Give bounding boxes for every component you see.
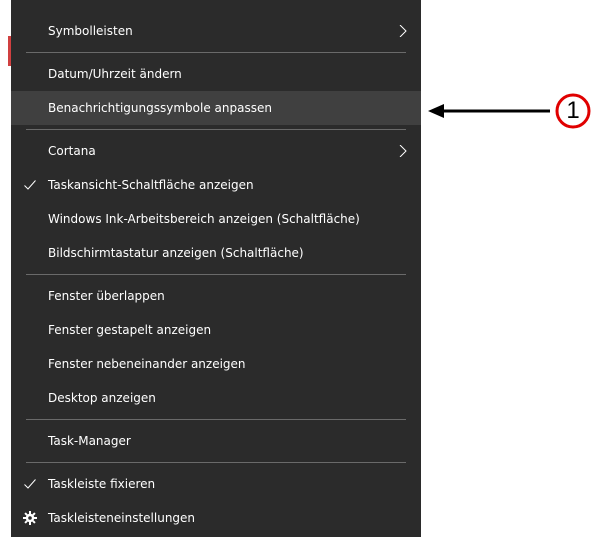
menu-item-label: Bildschirmtastatur anzeigen (Schaltfläch… — [48, 246, 304, 260]
menu-separator — [26, 419, 406, 420]
callout-number: 1 — [566, 97, 580, 124]
menu-item-datum-uhrzeit[interactable]: Datum/Uhrzeit ändern — [11, 57, 421, 91]
menu-item-label: Task-Manager — [48, 434, 131, 448]
menu-item-label: Taskleisteneinstellungen — [48, 511, 196, 525]
menu-separator — [26, 274, 406, 275]
checkmark-icon — [24, 479, 36, 489]
menu-separator — [26, 462, 406, 463]
menu-item-label: Fenster überlappen — [48, 289, 165, 303]
menu-item-label: Taskleiste fixieren — [48, 477, 156, 491]
menu-item-label: Taskansicht-Schaltfläche anzeigen — [48, 178, 254, 192]
left-arrow-icon — [428, 104, 550, 118]
menu-item-fenster-ueberlappen[interactable]: Fenster überlappen — [11, 279, 421, 313]
chevron-right-icon — [399, 145, 407, 157]
menu-item-label: Windows Ink-Arbeitsbereich anzeigen (Sch… — [48, 212, 360, 226]
menu-item-label: Cortana — [48, 144, 96, 158]
menu-item-symbolleisten[interactable]: Symbolleisten — [11, 14, 421, 48]
taskbar-context-menu: Symbolleisten Datum/Uhrzeit ändern Benac… — [11, 0, 421, 537]
menu-item-fenster-nebeneinander[interactable]: Fenster nebeneinander anzeigen — [11, 347, 421, 381]
menu-item-taskansicht[interactable]: Taskansicht-Schaltfläche anzeigen — [11, 168, 421, 202]
menu-item-benachrichtigungssymbole[interactable]: Benachrichtigungssymbole anpassen — [11, 91, 421, 125]
menu-item-desktop-anzeigen[interactable]: Desktop anzeigen — [11, 381, 421, 415]
menu-item-taskleisteneinstellungen[interactable]: Taskleisteneinstellungen — [11, 501, 421, 535]
menu-item-label: Fenster gestapelt anzeigen — [48, 323, 212, 337]
menu-item-windows-ink[interactable]: Windows Ink-Arbeitsbereich anzeigen (Sch… — [11, 202, 421, 236]
menu-item-cortana[interactable]: Cortana — [11, 134, 421, 168]
gear-icon — [23, 511, 37, 525]
menu-item-label: Benachrichtigungssymbole anpassen — [48, 101, 272, 115]
menu-item-label: Datum/Uhrzeit ändern — [48, 67, 182, 81]
menu-item-task-manager[interactable]: Task-Manager — [11, 424, 421, 458]
screenshot-stage: Symbolleisten Datum/Uhrzeit ändern Benac… — [0, 0, 598, 537]
menu-item-label: Desktop anzeigen — [48, 391, 156, 405]
menu-item-label: Symbolleisten — [48, 24, 133, 38]
chevron-right-icon — [399, 25, 407, 37]
menu-item-bildschirmtastatur[interactable]: Bildschirmtastatur anzeigen (Schaltfläch… — [11, 236, 421, 270]
checkmark-icon — [24, 180, 36, 190]
menu-separator — [26, 52, 406, 53]
menu-item-label: Fenster nebeneinander anzeigen — [48, 357, 246, 371]
menu-item-fenster-gestapelt[interactable]: Fenster gestapelt anzeigen — [11, 313, 421, 347]
menu-separator — [26, 129, 406, 130]
menu-item-taskleiste-fixieren[interactable]: Taskleiste fixieren — [11, 467, 421, 501]
